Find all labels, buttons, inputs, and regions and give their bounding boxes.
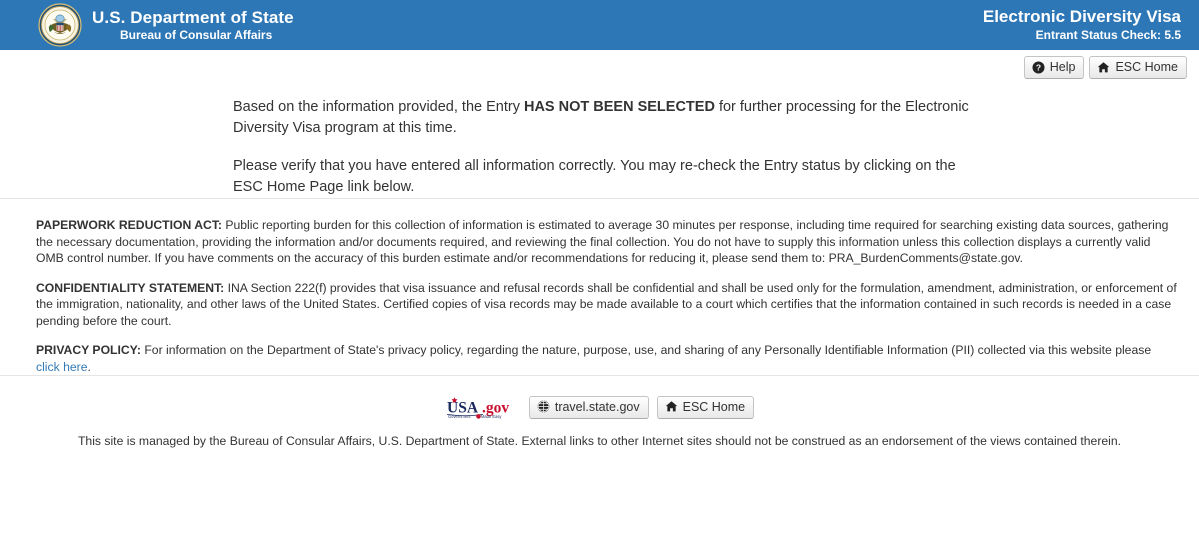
help-button-label: Help [1049,60,1076,74]
usagov-logo[interactable]: USA .gov Government Made Easy [445,395,521,419]
footer-esc-home-label: ESC Home [682,399,746,414]
main-content: Based on the information provided, the E… [0,79,1199,449]
esc-home-button[interactable]: ESC Home [1089,56,1187,79]
app-title: Electronic Diversity Visa [982,6,1181,26]
esc-home-button-label: ESC Home [1115,60,1178,74]
home-icon [665,400,678,413]
help-button[interactable]: ? Help [1023,56,1085,79]
app-version: Entrant Status Check: 5.5 [1035,28,1181,43]
status-text-before: Based on the information provided, the E… [233,99,524,115]
status-paragraph-secondary: Please verify that you have entered all … [233,158,956,195]
paperwork-reduction-act: PAPERWORK REDUCTION ACT: Public reportin… [36,217,1177,267]
confidentiality-statement: CONFIDENTIALITY STATEMENT: INA Section 2… [36,280,1177,330]
home-icon [1097,61,1110,74]
travel-state-gov-button[interactable]: travel.state.gov [528,395,649,419]
legal-notices: PAPERWORK REDUCTION ACT: Public reportin… [0,199,1199,375]
agency-name: U.S. Department of State [92,8,294,28]
privacy-label: PRIVACY POLICY: [36,343,141,357]
paperwork-label: PAPERWORK REDUCTION ACT: [36,218,222,232]
footer-esc-home-button[interactable]: ESC Home [656,395,755,419]
travel-state-gov-label: travel.state.gov [554,399,640,414]
question-circle-icon: ? [1032,60,1045,74]
svg-text:?: ? [1036,62,1041,72]
status-emphasis: HAS NOT BEEN SELECTED [523,99,715,115]
great-seal-icon [38,3,82,47]
site-header: U.S. Department of State Bureau of Consu… [0,0,1199,50]
privacy-text: For information on the Department of Sta… [140,343,1152,357]
footer-links: USA .gov Government Made Easy travel.sta… [0,376,1199,419]
status-paragraph-primary: Based on the information provided, the E… [233,97,984,139]
privacy-policy: PRIVACY POLICY: For information on the D… [36,342,1177,375]
brand: U.S. Department of State Bureau of Consu… [38,3,294,47]
privacy-text-end: . [87,359,91,374]
svg-text:Made Easy: Made Easy [481,414,502,419]
status-message-block: Based on the information provided, the E… [0,97,1199,198]
privacy-policy-link[interactable]: click here [36,360,87,374]
header-app-info: Electronic Diversity Visa Entrant Status… [983,7,1185,43]
footer-note: This site is managed by the Bureau of Co… [77,434,1122,448]
bureau-name: Bureau of Consular Affairs [120,28,273,43]
confidentiality-label: CONFIDENTIALITY STATEMENT: [36,280,225,295]
globe-icon [537,400,550,413]
top-toolbar: ? Help ESC Home [0,50,1199,79]
svg-text:Government: Government [448,414,471,419]
